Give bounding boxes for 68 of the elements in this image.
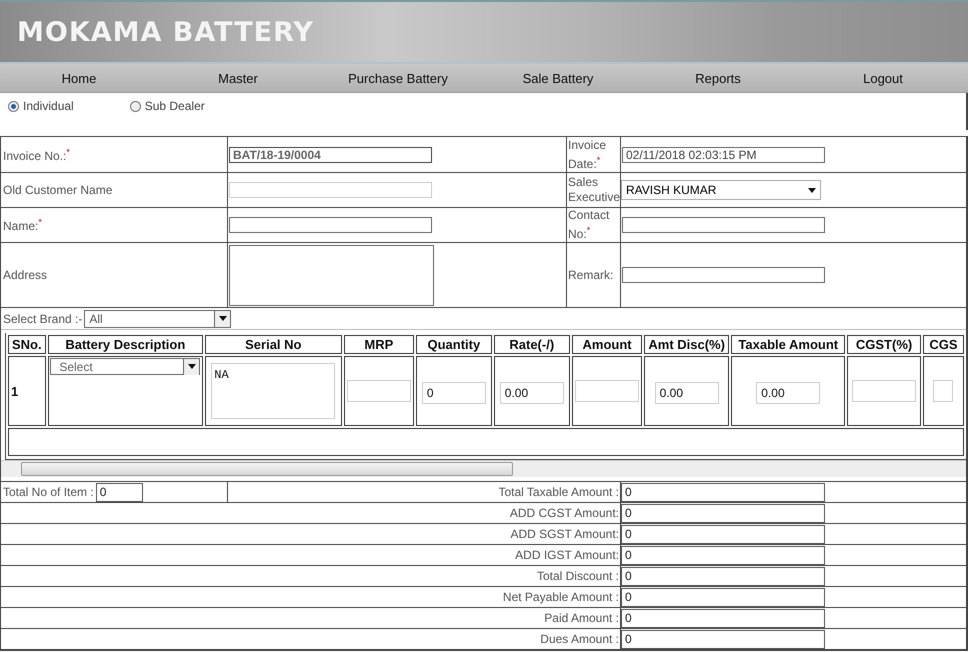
nav-link[interactable]: Logout	[798, 70, 968, 86]
field-label: Invoice No.:$^{*}$	[2, 146, 70, 162]
column-header: Taxable Amount	[731, 335, 846, 354]
input-field[interactable]: 0.00	[654, 382, 719, 404]
input-field[interactable]: 0	[621, 608, 825, 628]
field-label: Name:$^{*}$	[2, 217, 42, 233]
input-field[interactable]: 0.00	[756, 382, 820, 404]
column-header: SNo.	[8, 335, 46, 354]
app-title: MOKAMA BATTERY	[17, 16, 314, 48]
textarea-field[interactable]: NA	[211, 363, 336, 419]
column-header: Battery Description	[48, 335, 204, 354]
caret-icon	[188, 364, 196, 369]
input-field[interactable]: BAT/18-19/0004	[229, 146, 432, 162]
field-label: Select Brand :-	[2, 312, 82, 326]
field-label: Invoice Date:$^{*}$	[567, 138, 608, 172]
radio-button[interactable]	[8, 100, 19, 112]
select-dropdown[interactable]: RAVISH KUMAR	[621, 180, 821, 200]
field-label: Total No of Item :	[2, 485, 94, 499]
field-label: Sales Executive	[567, 175, 620, 205]
field-label: Paid Amount :	[544, 611, 619, 625]
select-dropdown[interactable]: Select	[50, 358, 200, 375]
input-field[interactable]: 0	[621, 482, 825, 502]
brand-select[interactable]: All	[84, 310, 232, 328]
column-header: Rate(-/)	[494, 335, 570, 354]
nav-link[interactable]: Home	[0, 70, 158, 86]
field-label: Contact No:$^{*}$	[567, 208, 610, 242]
field-label: Remark:	[567, 268, 614, 282]
table-cell: 1	[8, 356, 46, 426]
nav-link[interactable]: Sale Battery	[478, 70, 638, 86]
radio-label[interactable]: Individual	[23, 99, 74, 113]
nav-link[interactable]: Purchase Battery	[318, 70, 478, 86]
nav-link[interactable]: Reports	[638, 70, 798, 86]
caret-icon	[218, 316, 227, 321]
caret-icon	[808, 188, 816, 192]
input-field[interactable]: 0	[621, 588, 825, 606]
input-field[interactable]	[622, 217, 825, 233]
column-header: CGST(%)	[847, 335, 921, 354]
column-header: Serial No	[205, 335, 342, 354]
field-label: ADD CGST Amount:	[510, 506, 619, 520]
input-field[interactable]: 0	[621, 524, 825, 544]
input-field[interactable]: 0.00	[500, 382, 564, 404]
textarea-field[interactable]	[229, 244, 434, 306]
input-field[interactable]: 02/11/2018 02:03:15 PM	[622, 146, 825, 162]
input-field[interactable]: 0	[621, 566, 825, 586]
column-header: Quantity	[416, 335, 492, 354]
nav-link[interactable]: Master	[158, 70, 318, 86]
input-field[interactable]	[622, 267, 825, 283]
column-header: CGS	[922, 335, 964, 354]
field-label: Dues Amount :	[540, 632, 619, 646]
input-field[interactable]	[229, 217, 432, 233]
input-field[interactable]: 0	[621, 546, 825, 564]
field-label: Net Payable Amount :	[502, 590, 619, 604]
input-field[interactable]: 0	[422, 382, 486, 404]
input-field[interactable]: 0	[621, 504, 825, 522]
field-label: Total Discount :	[536, 569, 619, 583]
field-label: ADD SGST Amount:	[510, 527, 619, 541]
radio-button[interactable]	[130, 100, 141, 112]
column-header: Amount	[572, 335, 642, 354]
field-label: Old Customer Name	[2, 183, 112, 197]
field-label: ADD IGST Amount:	[515, 548, 619, 562]
field-label: Total Taxable Amount :	[498, 485, 619, 499]
radio-label[interactable]: Sub Dealer	[144, 99, 205, 113]
column-header: MRP	[344, 335, 414, 354]
field-label: Address	[2, 268, 48, 282]
horizontal-scrollbar[interactable]	[1, 460, 966, 477]
input-field[interactable]: 0	[96, 482, 143, 502]
input-field[interactable]: 0	[621, 630, 825, 648]
column-header: Amt Disc(%)	[644, 335, 730, 354]
